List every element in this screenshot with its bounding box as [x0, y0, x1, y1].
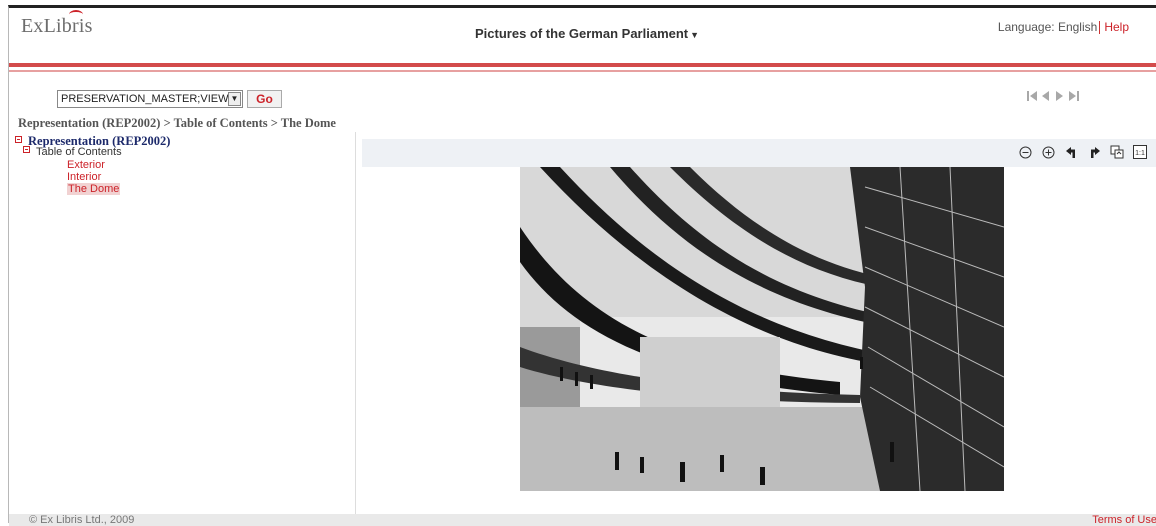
tree-item-exterior[interactable]: Exterior — [67, 159, 105, 171]
image-viewer-toolbar: 1:1 — [362, 139, 1156, 167]
first-page-icon[interactable] — [1027, 91, 1037, 101]
terms-of-use-link[interactable]: Terms of Use — [1092, 514, 1156, 526]
tree-toc-node[interactable]: Table of Contents — [23, 146, 122, 158]
previous-page-icon[interactable] — [1042, 91, 1049, 101]
header-stripe-thin — [9, 70, 1156, 72]
tree-item-the-dome[interactable]: The Dome — [67, 183, 121, 195]
breadcrumb: Representation (REP2002) > Table of Cont… — [18, 116, 336, 130]
header: ExLibris Pictures of the German Parliame… — [9, 8, 1156, 72]
chevron-down-icon: ▼ — [690, 30, 700, 40]
tree-toc-label: Table of Contents — [36, 146, 122, 158]
header-stripe — [9, 63, 1156, 67]
help-link[interactable]: Help — [1104, 20, 1129, 34]
site-title: Pictures of the German Parliament — [475, 26, 689, 41]
actual-size-label: 1:1 — [1135, 150, 1145, 157]
go-button[interactable]: Go — [247, 90, 282, 108]
collapse-icon[interactable] — [15, 136, 22, 143]
viewer-tools: 1:1 — [1018, 145, 1147, 159]
site-title-menu[interactable]: Pictures of the German Parliament ▼ — [475, 26, 699, 41]
tree-item-interior[interactable]: Interior — [67, 171, 101, 183]
view-select[interactable]: PRESERVATION_MASTER;VIEW ▼ — [57, 90, 243, 108]
select-arrow-icon[interactable]: ▼ — [228, 92, 241, 106]
reichstag-dome-photo — [520, 167, 1004, 491]
exlibris-logo: ExLibris — [21, 10, 93, 38]
zoom-in-icon[interactable] — [1041, 145, 1055, 159]
rotate-right-icon[interactable] — [1087, 145, 1101, 159]
toc-tree-pane: Representation (REP2002) Table of Conten… — [9, 132, 356, 514]
language-selector[interactable]: Language: English — [998, 20, 1097, 34]
language-bar: Language: English Help — [998, 20, 1129, 35]
fit-window-icon[interactable] — [1110, 145, 1124, 159]
divider — [1099, 21, 1101, 35]
last-page-icon[interactable] — [1069, 91, 1079, 101]
view-select-value: PRESERVATION_MASTER;VIEW — [61, 93, 229, 105]
collapse-icon[interactable] — [23, 146, 30, 153]
copyright-text: © Ex Libris Ltd., 2009 — [29, 514, 135, 526]
page-navigation — [1027, 89, 1099, 106]
next-page-icon[interactable] — [1056, 91, 1063, 101]
actual-size-icon[interactable]: 1:1 — [1133, 145, 1147, 159]
toolbar: PRESERVATION_MASTER;VIEW ▼ Go — [9, 86, 1156, 110]
zoom-out-icon[interactable] — [1018, 145, 1032, 159]
footer: © Ex Libris Ltd., 2009 Terms of Use — [9, 514, 1156, 526]
page-nav-icons — [1027, 91, 1079, 101]
app-frame: ExLibris Pictures of the German Parliame… — [8, 5, 1156, 526]
rotate-left-icon[interactable] — [1064, 145, 1078, 159]
logo-arc-icon — [69, 10, 83, 19]
